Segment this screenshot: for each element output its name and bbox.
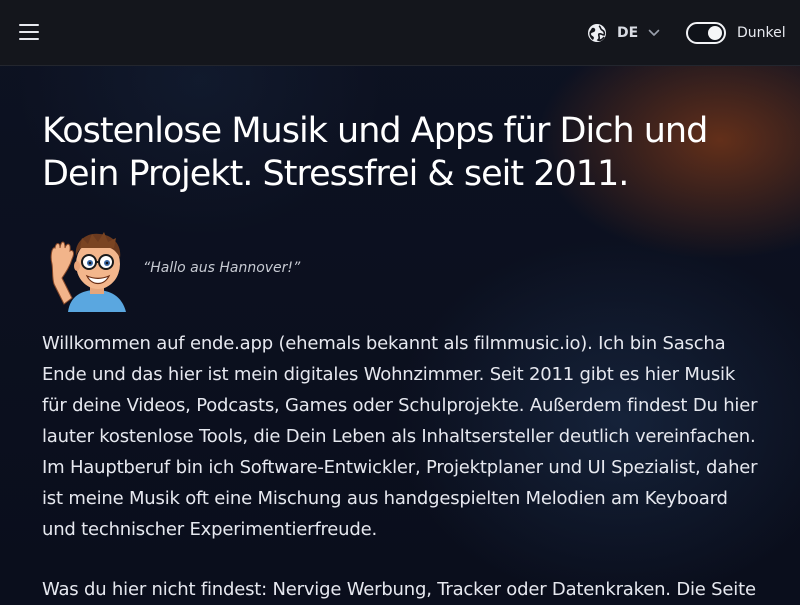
dark-mode-toggle[interactable]: [686, 22, 726, 44]
toggle-knob: [708, 26, 722, 40]
language-code: DE: [617, 25, 639, 41]
chevron-down-icon: [648, 29, 660, 36]
page-headline: Kostenlose Musik und Apps für Dich und D…: [42, 111, 708, 194]
language-selector[interactable]: DE: [587, 22, 660, 44]
avatar: [50, 232, 126, 312]
hamburger-menu-icon[interactable]: [19, 24, 39, 40]
greeting-quote: “Hallo aus Hannover!”: [143, 260, 301, 276]
second-paragraph: Was du hier nicht findest: Nervige Werbu…: [42, 579, 756, 600]
globe-icon: [588, 24, 606, 42]
top-navigation-bar: DE Dunkel: [0, 0, 800, 66]
theme-toggle-group: Dunkel: [686, 21, 786, 45]
intro-paragraph: Willkommen auf ende.app (ehemals bekannt…: [42, 333, 758, 540]
theme-label: Dunkel: [737, 25, 786, 41]
